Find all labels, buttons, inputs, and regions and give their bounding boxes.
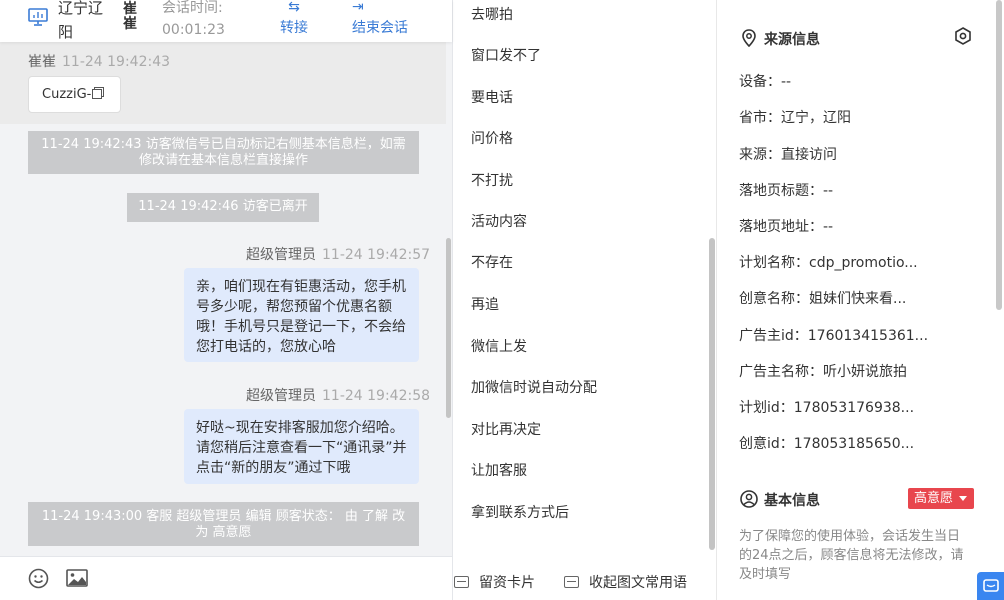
visitor-name: 崔崔	[123, 1, 137, 32]
location-pin-icon	[742, 29, 756, 47]
basic-info-header: 基本信息	[740, 490, 820, 510]
customer-service-console: 辽宁辽阳 崔崔 会话时间: 00:01:23 ⇆ 转接 ⇥ 结束会话 崔崔 11-…	[0, 0, 1004, 600]
system-message: 11-24 19:42:43 访客微信号已自动标记右侧基本信息栏，如需修改请在基…	[28, 131, 419, 174]
info-row-creative-id: 创意id：178053185650...	[739, 436, 915, 452]
quick-reply-item[interactable]: 窗口发不了	[471, 45, 541, 65]
image-icon[interactable]	[66, 569, 88, 587]
sender-time: 11-24 19:42:57	[322, 247, 431, 263]
basic-info-title: 基本信息	[764, 493, 820, 509]
info-row-plan-id: 计划id：178053176938...	[739, 400, 915, 416]
info-scrollbar[interactable]	[996, 0, 1002, 310]
system-message: 11-24 19:43:00 客服 超级管理员 编辑 顾客状态： 由 了解 改为…	[28, 502, 419, 546]
emoji-icon[interactable]	[28, 568, 49, 589]
quick-reply-item[interactable]: 对比再决定	[471, 419, 541, 439]
session-time-label: 会话时间:	[162, 0, 223, 16]
wechat-card[interactable]: CuzziG-	[28, 76, 121, 113]
card-label: CuzziG-	[42, 87, 92, 102]
info-card-label: 留资卡片	[479, 575, 535, 591]
sender-name: 超级管理员	[246, 247, 316, 263]
agent-message-bubble: 亲，咱们现在有钜惠活动，您手机号多少呢，帮您预留个优惠名额哦！手机号只是登记一下…	[184, 268, 419, 362]
visitor-sender: 崔崔 11-24 19:42:43	[28, 51, 170, 71]
visitor-location: 辽宁辽阳	[58, 0, 104, 41]
info-row-source: 来源：直接访问	[739, 147, 837, 163]
info-row-device: 设备：--	[739, 74, 792, 90]
chat-header: 辽宁辽阳 崔崔 会话时间: 00:01:23 ⇆ 转接 ⇥ 结束会话	[0, 0, 452, 42]
transfer-icon: ⇆	[288, 0, 300, 15]
caret-down-icon	[959, 496, 967, 501]
intent-level-dropdown[interactable]: 高意愿	[908, 488, 974, 509]
agent-message-bubble: 好哒~现在安排客服加您介绍哈。请您稍后注意查看一下“通讯录”并点击“新的朋友”通…	[184, 409, 419, 484]
chat-float-button[interactable]	[977, 572, 1004, 600]
chat-panel: 辽宁辽阳 崔崔 会话时间: 00:01:23 ⇆ 转接 ⇥ 结束会话 崔崔 11-…	[0, 0, 453, 600]
sender-time: 11-24 19:42:43	[62, 54, 171, 70]
info-row-creative-name: 创意名称：姐妹们快来看...	[739, 291, 907, 307]
edit-deadline-note: 为了保障您的使用体验，会话发生当日的24点之后，顾客信息将无法修改，请及时填写	[739, 529, 964, 582]
message-icon	[564, 576, 579, 588]
quick-reply-item[interactable]: 加微信时说自动分配	[471, 377, 597, 397]
quick-reply-item[interactable]: 去哪拍	[471, 4, 513, 24]
exit-icon: ⇥	[352, 0, 364, 15]
system-message: 11-24 19:42:46 访客已离开	[127, 193, 319, 222]
transfer-label: 转接	[280, 20, 308, 36]
quick-reply-item[interactable]: 微信上发	[471, 336, 527, 356]
agent-sender: 超级管理员 11-24 19:42:58	[246, 385, 430, 405]
intent-level-value: 高意愿	[914, 491, 954, 506]
collapse-phrases-label: 收起图文常用语	[589, 575, 687, 591]
transfer-button[interactable]: ⇆ 转接	[280, 0, 308, 38]
chat-scrollbar[interactable]	[446, 238, 451, 418]
quick-reply-item[interactable]: 让加客服	[471, 460, 527, 480]
copy-icon[interactable]	[92, 89, 103, 99]
info-card-button[interactable]: 留资卡片	[454, 572, 535, 592]
quick-reply-item[interactable]: 拿到联系方式后	[471, 502, 569, 522]
info-row-plan-name: 计划名称：cdp_promotio...	[739, 255, 918, 271]
end-session-label: 结束会话	[352, 20, 408, 36]
chat-input-toolbar	[0, 556, 452, 600]
user-circle-icon	[740, 490, 758, 508]
quick-reply-item[interactable]: 再追	[471, 294, 499, 314]
sender-name: 崔崔	[28, 54, 56, 70]
session-time-value: 00:01:23	[162, 22, 225, 38]
sender-name: 超级管理员	[246, 388, 316, 404]
quick-reply-item[interactable]: 问价格	[471, 128, 513, 148]
info-panel: 来源信息 设备：-- 省市：辽宁，辽阳 来源：直接访问 落地页标题：-- 落地页…	[718, 0, 1004, 600]
info-row-advertiser-name: 广告主名称：听小妍说旅拍	[739, 364, 907, 380]
sender-time: 11-24 19:42:58	[322, 388, 431, 404]
info-row-advertiser-id: 广告主id：176013415361...	[739, 328, 929, 344]
end-session-button[interactable]: ⇥ 结束会话	[352, 0, 408, 38]
agent-sender: 超级管理员 11-24 19:42:57	[246, 244, 430, 264]
info-row-landing-title: 落地页标题：--	[739, 183, 834, 199]
source-info-title: 来源信息	[764, 32, 820, 48]
collapse-phrases-button[interactable]: 收起图文常用语	[564, 572, 687, 592]
quick-reply-item[interactable]: 不打扰	[471, 170, 513, 190]
quick-reply-item[interactable]: 要电话	[471, 87, 513, 107]
info-row-province: 省市：辽宁，辽阳	[739, 110, 851, 126]
quick-reply-item[interactable]: 活动内容	[471, 211, 527, 231]
info-row-landing-url: 落地页地址：--	[739, 219, 834, 235]
chat-bubble-icon	[983, 579, 999, 592]
quick-reply-panel: 去哪拍 窗口发不了 要电话 问价格 不打扰 活动内容 不存在 再追 微信上发 加…	[453, 0, 717, 600]
monitor-icon	[28, 8, 48, 26]
quick-reply-scrollbar[interactable]	[709, 238, 715, 550]
settings-icon[interactable]	[954, 27, 972, 45]
card-icon	[454, 576, 469, 588]
quick-reply-item[interactable]: 不存在	[471, 252, 513, 272]
source-info-header: 来源信息	[740, 29, 820, 49]
